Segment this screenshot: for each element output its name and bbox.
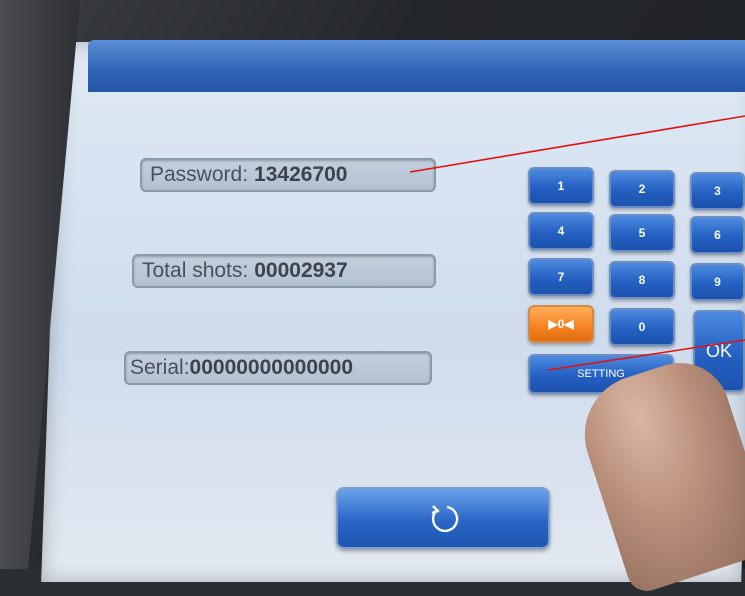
annotation-line-setting xyxy=(547,339,745,371)
annotation-line-password xyxy=(409,115,745,173)
annotation-lines xyxy=(409,115,745,371)
